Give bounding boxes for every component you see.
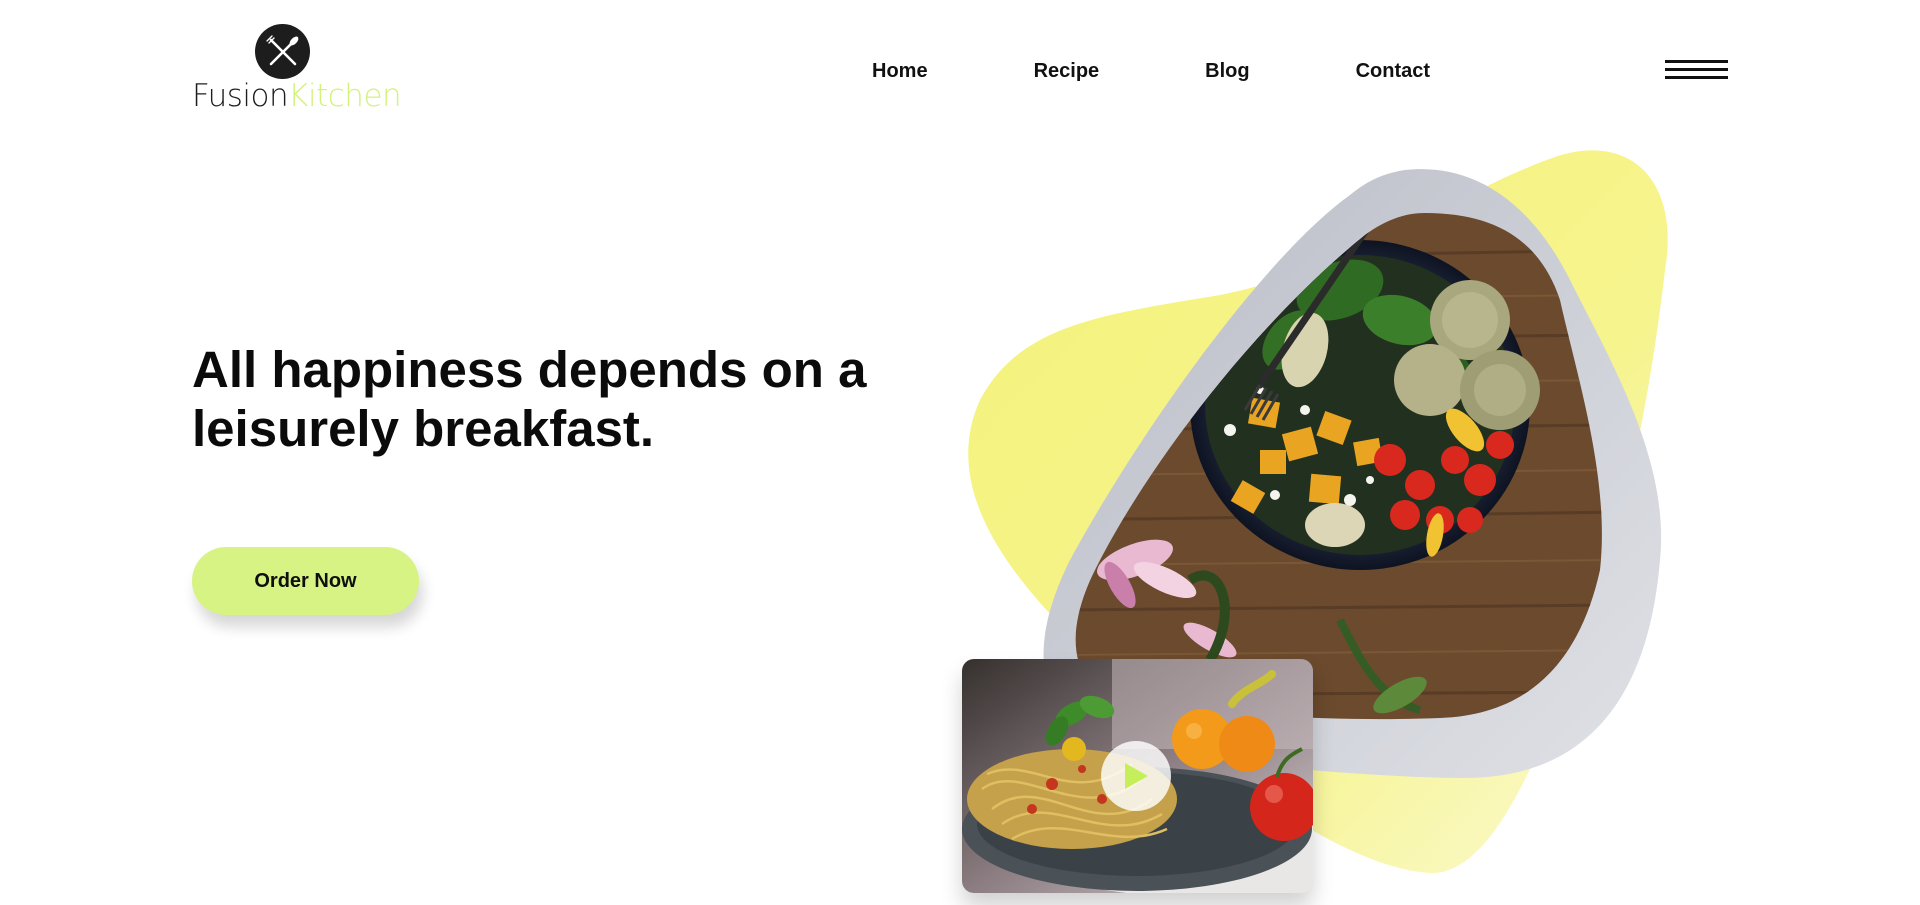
video-card[interactable] xyxy=(962,659,1313,893)
nav-item-recipe[interactable]: Recipe xyxy=(1034,60,1100,83)
menu-line xyxy=(1665,68,1728,71)
hero-headline: All happiness depends on a leisurely bre… xyxy=(192,341,867,457)
play-icon xyxy=(1125,763,1148,789)
nav-item-home[interactable]: Home xyxy=(872,60,928,83)
brand-name-part2: Kitchen xyxy=(288,78,402,114)
brand-name-part1: Fusion xyxy=(192,78,289,114)
landing-page: FusionKitchen Home Recipe Blog Contact A… xyxy=(0,0,1920,905)
order-now-button[interactable]: Order Now xyxy=(192,547,419,615)
nav-item-contact[interactable]: Contact xyxy=(1356,60,1430,83)
nav-item-blog[interactable]: Blog xyxy=(1205,60,1249,83)
menu-line xyxy=(1665,60,1728,63)
fork-knife-icon xyxy=(255,24,310,79)
play-button[interactable] xyxy=(1101,741,1171,811)
hamburger-menu-icon[interactable] xyxy=(1665,60,1728,84)
brand-logo[interactable]: FusionKitchen xyxy=(192,24,402,119)
menu-line xyxy=(1665,76,1728,79)
brand-wordmark: FusionKitchen xyxy=(192,78,402,114)
main-nav: Home Recipe Blog Contact xyxy=(872,60,1430,83)
